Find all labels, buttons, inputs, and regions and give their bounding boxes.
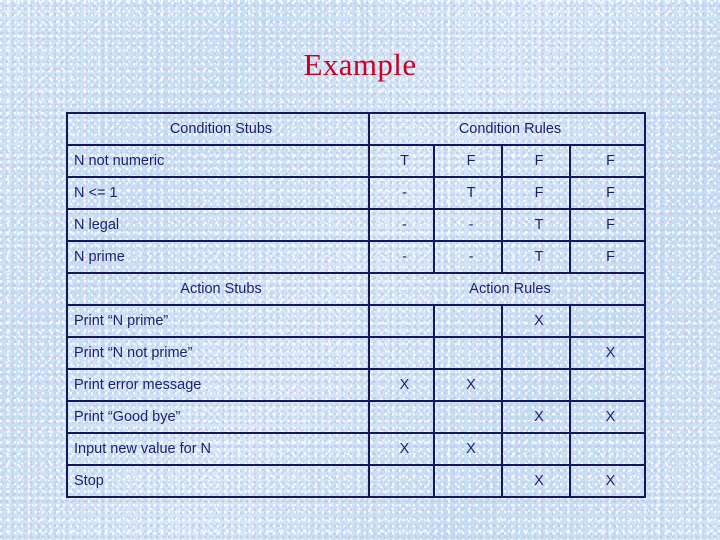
condition-rule-cell: - xyxy=(433,208,503,242)
condition-rule-cell: T xyxy=(433,176,503,210)
action-stub: Print “N prime” xyxy=(66,304,370,338)
condition-stub: N <= 1 xyxy=(66,176,370,210)
action-rules-header: Action Rules xyxy=(368,272,646,306)
table-row: Print error message X X xyxy=(66,368,646,402)
table-row-condition-header: Condition Stubs Condition Rules xyxy=(66,112,646,146)
condition-rule-cell: F xyxy=(501,144,571,178)
condition-rule-cell: T xyxy=(368,144,435,178)
table-row: N not numeric T F F F xyxy=(66,144,646,178)
action-rule-cell xyxy=(569,368,646,402)
action-rule-cell: X xyxy=(433,368,503,402)
condition-rule-cell: F xyxy=(569,208,646,242)
condition-stub: N not numeric xyxy=(66,144,370,178)
action-rule-cell: X xyxy=(569,336,646,370)
action-rule-cell: X xyxy=(569,400,646,434)
condition-rule-cell: - xyxy=(368,176,435,210)
action-stub: Input new value for N xyxy=(66,432,370,466)
action-rule-cell xyxy=(501,336,571,370)
action-rule-cell xyxy=(368,464,435,498)
action-rule-cell xyxy=(433,336,503,370)
action-stub: Print error message xyxy=(66,368,370,402)
action-rule-cell xyxy=(368,400,435,434)
action-rule-cell xyxy=(433,400,503,434)
action-rule-cell xyxy=(501,368,571,402)
action-rule-cell xyxy=(368,336,435,370)
action-rule-cell xyxy=(501,432,571,466)
decision-table: Condition Stubs Condition Rules N not nu… xyxy=(66,112,646,498)
condition-rule-cell: F xyxy=(569,144,646,178)
action-rule-cell: X xyxy=(501,400,571,434)
condition-rule-cell: F xyxy=(569,176,646,210)
table-row: Stop X X xyxy=(66,464,646,498)
table-row: Print “N not prime” X xyxy=(66,336,646,370)
table-row: Input new value for N X X xyxy=(66,432,646,466)
action-rule-cell: X xyxy=(433,432,503,466)
condition-rule-cell: T xyxy=(501,240,571,274)
action-rule-cell: X xyxy=(569,464,646,498)
action-stub: Print “N not prime” xyxy=(66,336,370,370)
condition-rule-cell: F xyxy=(501,176,571,210)
condition-rules-header: Condition Rules xyxy=(368,112,646,146)
table-row: Print “N prime” X xyxy=(66,304,646,338)
table-row: N prime - - T F xyxy=(66,240,646,274)
action-stubs-header: Action Stubs xyxy=(66,272,370,306)
condition-stubs-header: Condition Stubs xyxy=(66,112,370,146)
action-rule-cell: X xyxy=(368,432,435,466)
action-rule-cell xyxy=(569,304,646,338)
action-rule-cell xyxy=(569,432,646,466)
page-title: Example xyxy=(303,47,417,82)
table-row: Print “Good bye” X X xyxy=(66,400,646,434)
condition-stub: N legal xyxy=(66,208,370,242)
action-stub: Stop xyxy=(66,464,370,498)
action-stub: Print “Good bye” xyxy=(66,400,370,434)
condition-rule-cell: F xyxy=(433,144,503,178)
action-rule-cell xyxy=(433,464,503,498)
condition-rule-cell: T xyxy=(501,208,571,242)
condition-rule-cell: - xyxy=(433,240,503,274)
condition-rule-cell: F xyxy=(569,240,646,274)
action-rule-cell: X xyxy=(501,464,571,498)
condition-rule-cell: - xyxy=(368,208,435,242)
action-rule-cell xyxy=(433,304,503,338)
table-row: N legal - - T F xyxy=(66,208,646,242)
condition-stub: N prime xyxy=(66,240,370,274)
action-rule-cell xyxy=(368,304,435,338)
slide-content: Example Condition Stubs Condition Rules … xyxy=(0,0,720,540)
action-rule-cell: X xyxy=(501,304,571,338)
condition-rule-cell: - xyxy=(368,240,435,274)
table-row-action-header: Action Stubs Action Rules xyxy=(66,272,646,306)
action-rule-cell: X xyxy=(368,368,435,402)
table-row: N <= 1 - T F F xyxy=(66,176,646,210)
